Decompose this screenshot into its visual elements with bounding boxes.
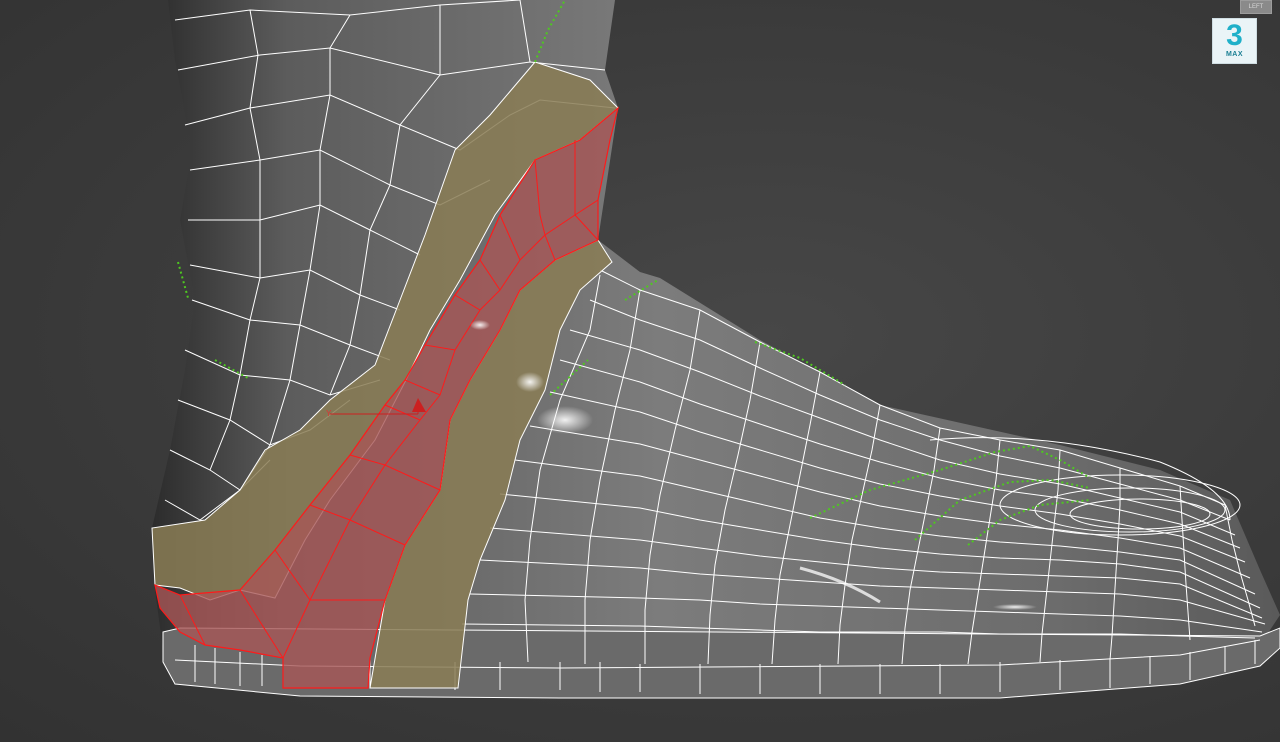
gizmo-axis-label: Y	[326, 409, 332, 418]
3dsmax-logo-icon: 3 MAX	[1212, 18, 1257, 64]
specular-highlight	[993, 604, 1037, 610]
logo-caption: MAX	[1225, 51, 1244, 58]
viewcube-left-label[interactable]: LEFT	[1240, 0, 1272, 14]
boot-mesh-wireframe[interactable]: Y	[0, 0, 1280, 742]
3d-viewport[interactable]: Y LEFT 3 MAX	[0, 0, 1280, 742]
logo-number: 3	[1226, 19, 1243, 52]
specular-highlight	[470, 320, 490, 330]
specular-highlight	[516, 372, 544, 392]
specular-highlight	[537, 406, 593, 434]
